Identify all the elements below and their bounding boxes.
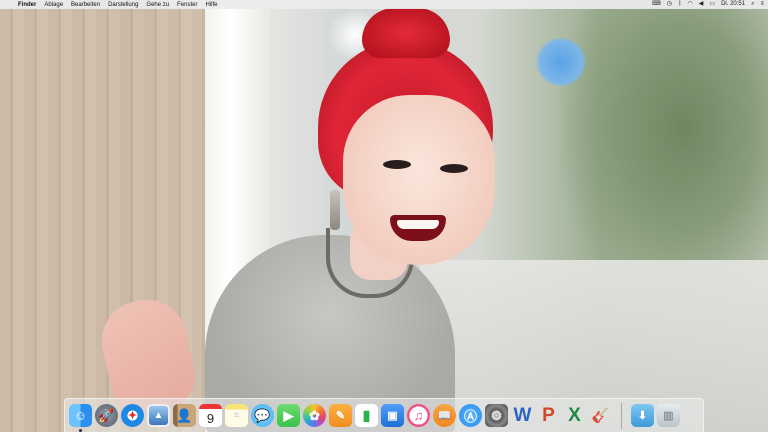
excel-icon[interactable]: X: [563, 404, 586, 427]
word-icon[interactable]: W: [511, 404, 534, 427]
keyboard-icon[interactable]: ⌨: [652, 0, 661, 9]
menu-fenster[interactable]: Fenster: [177, 2, 197, 8]
keynote-icon[interactable]: ▣: [381, 404, 404, 427]
app-store-icon[interactable]: Ⓐ: [459, 404, 482, 427]
finder-icon[interactable]: ☺: [69, 404, 92, 432]
launchpad-icon[interactable]: 🚀: [95, 404, 118, 427]
volume-icon[interactable]: ◀: [699, 0, 704, 9]
notes-icon[interactable]: ≡: [225, 404, 248, 427]
system-preferences-icon[interactable]: ⚙: [485, 404, 508, 427]
itunes-icon[interactable]: ♫: [407, 404, 430, 427]
menu-gehe-zu[interactable]: Gehe zu: [146, 2, 169, 8]
downloads-folder-icon[interactable]: ⬇: [631, 404, 654, 427]
safari-icon[interactable]: ✦: [121, 404, 144, 427]
battery-icon[interactable]: ▭: [709, 0, 715, 9]
desktop: Finder Ablage Bearbeiten Darstellung Geh…: [0, 0, 768, 432]
pages-icon[interactable]: ✎: [329, 404, 352, 427]
ibooks-icon[interactable]: 📖: [433, 404, 456, 427]
wifi-icon[interactable]: ◠: [688, 0, 693, 9]
dock: ☺ 🚀 ✦ ▲ 👤 9 ≡ 💬 ▶ ✿ ✎ ▮ ▣ ♫ 📖 Ⓐ ⚙ W P X …: [64, 398, 704, 432]
dock-separator: [621, 402, 622, 429]
menu-bar: Finder Ablage Bearbeiten Darstellung Geh…: [0, 0, 768, 9]
wallpaper-person-eye-left: [383, 160, 411, 169]
spotlight-icon[interactable]: ⌕: [751, 0, 754, 9]
powerpoint-letter: P: [542, 404, 555, 426]
menu-bearbeiten[interactable]: Bearbeiten: [71, 2, 100, 8]
calendar-day: 9: [206, 410, 215, 426]
powerpoint-icon[interactable]: P: [537, 404, 560, 427]
notification-center-icon[interactable]: ≡: [760, 0, 764, 9]
wallpaper-person-eye-right: [440, 164, 468, 173]
menu-hilfe[interactable]: Hilfe: [205, 2, 217, 8]
wallpaper-person-earring: [330, 190, 340, 230]
guitar-instrument-icon[interactable]: 🎸: [589, 404, 612, 427]
photos-icon[interactable]: ✿: [303, 404, 326, 427]
status-area: ⌨ ◷ ᛒ ◠ ◀ ▭ Di. 20:51 ⌕ ≡: [652, 0, 764, 9]
wallpaper-person-hair-bun: [362, 8, 450, 58]
time-machine-icon[interactable]: ◷: [667, 0, 672, 9]
menu-finder[interactable]: Finder: [18, 2, 36, 8]
messages-icon[interactable]: 💬: [251, 404, 274, 427]
contacts-icon[interactable]: 👤: [173, 404, 196, 427]
menu-darstellung[interactable]: Darstellung: [108, 2, 138, 8]
menu-clock[interactable]: Di. 20:51: [721, 0, 745, 9]
word-letter: W: [513, 404, 532, 426]
bluetooth-icon[interactable]: ᛒ: [678, 0, 682, 9]
calendar-icon[interactable]: 9: [199, 404, 222, 427]
menu-ablage[interactable]: Ablage: [44, 2, 63, 8]
facetime-icon[interactable]: ▶: [277, 404, 300, 427]
preview-photo-icon[interactable]: ▲: [147, 404, 170, 427]
excel-letter: X: [568, 404, 581, 426]
wallpaper-bokeh-blue: [535, 38, 587, 86]
trash-icon[interactable]: ▥: [657, 404, 680, 427]
numbers-icon[interactable]: ▮: [355, 404, 378, 427]
wallpaper-person-teeth: [397, 220, 439, 229]
